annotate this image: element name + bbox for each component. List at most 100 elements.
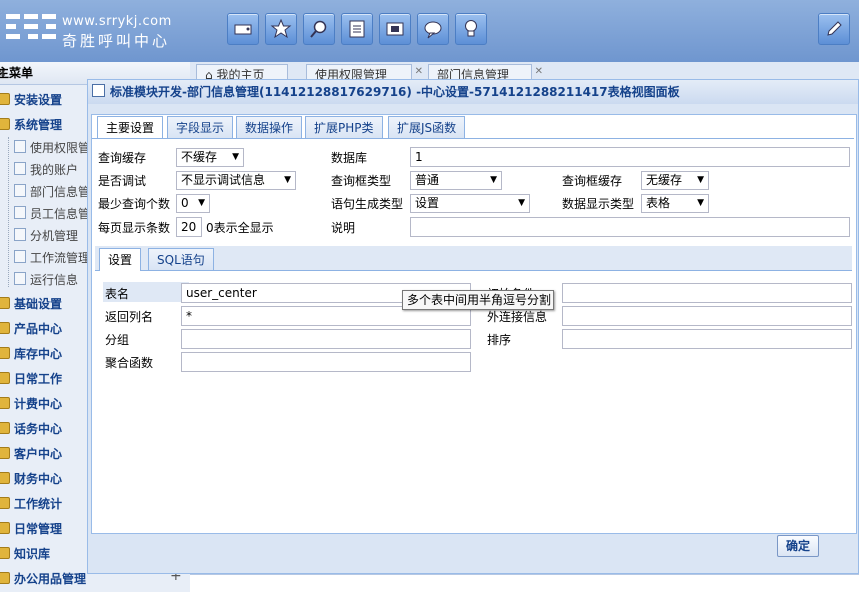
folder-icon	[0, 372, 10, 384]
sidebar-item-work-stats[interactable]: 工作统计	[0, 493, 90, 515]
edit-button[interactable]	[818, 13, 850, 45]
debug-label: 是否调试	[98, 174, 147, 188]
sidebar-item-products[interactable]: 产品中心	[0, 318, 90, 340]
pencil-icon	[827, 21, 842, 36]
tab-inner-sql[interactable]: SQL语句	[148, 248, 214, 270]
bottom-bar	[190, 574, 859, 593]
tab-inner-settings[interactable]: 设置	[99, 248, 142, 271]
group-input[interactable]	[181, 329, 471, 349]
tree-line	[8, 137, 10, 287]
folder-icon	[0, 497, 10, 509]
dropdown-arrow-icon: ▼	[518, 198, 525, 208]
tab-php-ext[interactable]: 扩展PHP类	[305, 116, 383, 138]
search-icon	[310, 20, 327, 38]
print-button[interactable]	[341, 13, 373, 45]
sidebar-item-inventory[interactable]: 库存中心	[0, 343, 90, 365]
dialog-title: 标准模块开发-部门信息管理(11412128817629716) -中心设置-5…	[110, 85, 680, 99]
dropdown-arrow-icon: ▼	[697, 198, 704, 208]
page-size-label: 每页显示条数	[98, 221, 171, 235]
dropdown-arrow-icon: ▼	[697, 175, 704, 185]
group-label: 分组	[105, 333, 130, 347]
min-query-label: 最少查询个数	[98, 197, 171, 211]
folder-icon	[0, 447, 10, 459]
sidebar-item-call-center[interactable]: 话务中心	[0, 418, 90, 440]
page-icon	[14, 140, 26, 153]
database-label: 数据库	[331, 151, 368, 165]
outer-join-input[interactable]	[562, 306, 852, 326]
sidebar-item-my-account[interactable]: 我的账户	[14, 160, 90, 180]
description-input[interactable]	[410, 217, 850, 237]
sidebar-item-system[interactable]: 系统管理	[0, 114, 90, 136]
collapse-sidebar-icon[interactable]: «	[0, 62, 6, 84]
aggregate-label: 聚合函数	[105, 356, 154, 370]
tab-data-ops[interactable]: 数据操作	[236, 116, 303, 138]
debug-select[interactable]: 不显示调试信息 ▼	[176, 171, 296, 190]
sidebar-item-department[interactable]: 部门信息管理	[14, 182, 90, 202]
query-cache-select[interactable]: 不缓存 ▼	[176, 148, 244, 167]
sidebar-item-extensions[interactable]: 分机管理	[14, 226, 90, 246]
tab-main-settings[interactable]: 主要设置	[97, 116, 164, 139]
data-display-type-label: 数据显示类型	[562, 197, 635, 211]
page-icon	[14, 228, 26, 241]
folder-icon	[0, 347, 10, 359]
page-icon	[14, 206, 26, 219]
window-icon	[92, 84, 105, 97]
dialog-title-bar: 标准模块开发-部门信息管理(11412128817629716) -中心设置-5…	[88, 80, 858, 104]
favorites-button[interactable]	[265, 13, 297, 45]
search-button[interactable]	[303, 13, 335, 45]
init-condition-input[interactable]	[562, 283, 852, 303]
sidebar-item-permissions[interactable]: 使用权限管理	[14, 138, 90, 158]
camera-button[interactable]	[379, 13, 411, 45]
inner-settings-panel: 设置 SQL语句 表名 user_center 初始条件 返回列名 * 外连接信…	[95, 246, 852, 530]
sidebar-item-billing[interactable]: 计费中心	[0, 393, 90, 415]
tab-field-display[interactable]: 字段显示	[167, 116, 234, 138]
tag-icon	[234, 24, 252, 35]
query-cache-label: 查询缓存	[98, 151, 147, 165]
page-size-hint: 0表示全显示	[206, 221, 274, 235]
sidebar-item-daily-mgmt[interactable]: 日常管理	[0, 518, 90, 540]
tab-strip-divider	[92, 138, 854, 139]
lightbulb-icon	[465, 20, 477, 37]
order-input[interactable]	[562, 329, 852, 349]
dropdown-arrow-icon: ▼	[232, 152, 239, 162]
dropdown-arrow-icon: ▼	[284, 175, 291, 185]
description-label: 说明	[331, 221, 356, 235]
tab-js-ext[interactable]: 扩展JS函数	[388, 116, 466, 138]
folder-icon	[0, 297, 10, 309]
sidebar-item-install[interactable]: 安装设置	[0, 89, 90, 111]
outer-join-label: 外连接信息	[487, 310, 548, 324]
sidebar-item-employees[interactable]: 员工信息管理	[14, 204, 90, 224]
sidebar-item-runtime[interactable]: 运行信息	[14, 270, 90, 290]
dropdown-arrow-icon: ▼	[490, 175, 497, 185]
app-header: www.srrykj.com 奇胜呼叫中心	[0, 0, 859, 62]
query-box-type-select[interactable]: 普通 ▼	[410, 171, 502, 190]
sql-gen-type-label: 语句生成类型	[331, 197, 404, 211]
sidebar-item-workflow[interactable]: 工作流管理	[14, 248, 90, 268]
page-size-input[interactable]: 20	[176, 217, 202, 237]
min-query-select[interactable]: 0 ▼	[176, 194, 210, 213]
ok-button[interactable]: 确定	[777, 535, 819, 557]
tag-button[interactable]	[227, 13, 259, 45]
folder-icon	[0, 397, 10, 409]
sidebar-item-knowledge[interactable]: 知识库	[0, 543, 90, 565]
sql-gen-type-select[interactable]: 设置 ▼	[410, 194, 530, 213]
data-display-type-select[interactable]: 表格 ▼	[641, 194, 709, 213]
folder-icon	[0, 422, 10, 434]
table-name-tooltip: 多个表中间用半角逗号分割	[402, 290, 554, 310]
idea-button[interactable]	[455, 13, 487, 45]
sidebar-item-basic-settings[interactable]: 基础设置	[0, 293, 90, 315]
sidebar-item-finance[interactable]: 财务中心	[0, 468, 90, 490]
star-icon	[270, 18, 292, 39]
printer-icon	[349, 20, 365, 38]
sidebar-item-daily-work[interactable]: 日常工作	[0, 368, 90, 390]
aggregate-input[interactable]	[181, 352, 471, 372]
database-input[interactable]: 1	[410, 147, 850, 167]
sidebar-item-office-supplies[interactable]: 办公用品管理	[0, 568, 100, 590]
chat-bubble-icon	[424, 21, 442, 39]
table-view-dialog: 标准模块开发-部门信息管理(11412128817629716) -中心设置-5…	[87, 79, 859, 574]
sidebar-item-customers[interactable]: 客户中心	[0, 443, 90, 465]
query-box-cache-select[interactable]: 无缓存 ▼	[641, 171, 709, 190]
query-box-type-label: 查询框类型	[331, 174, 392, 188]
message-button[interactable]	[417, 13, 449, 45]
return-cols-label: 返回列名	[105, 310, 154, 324]
